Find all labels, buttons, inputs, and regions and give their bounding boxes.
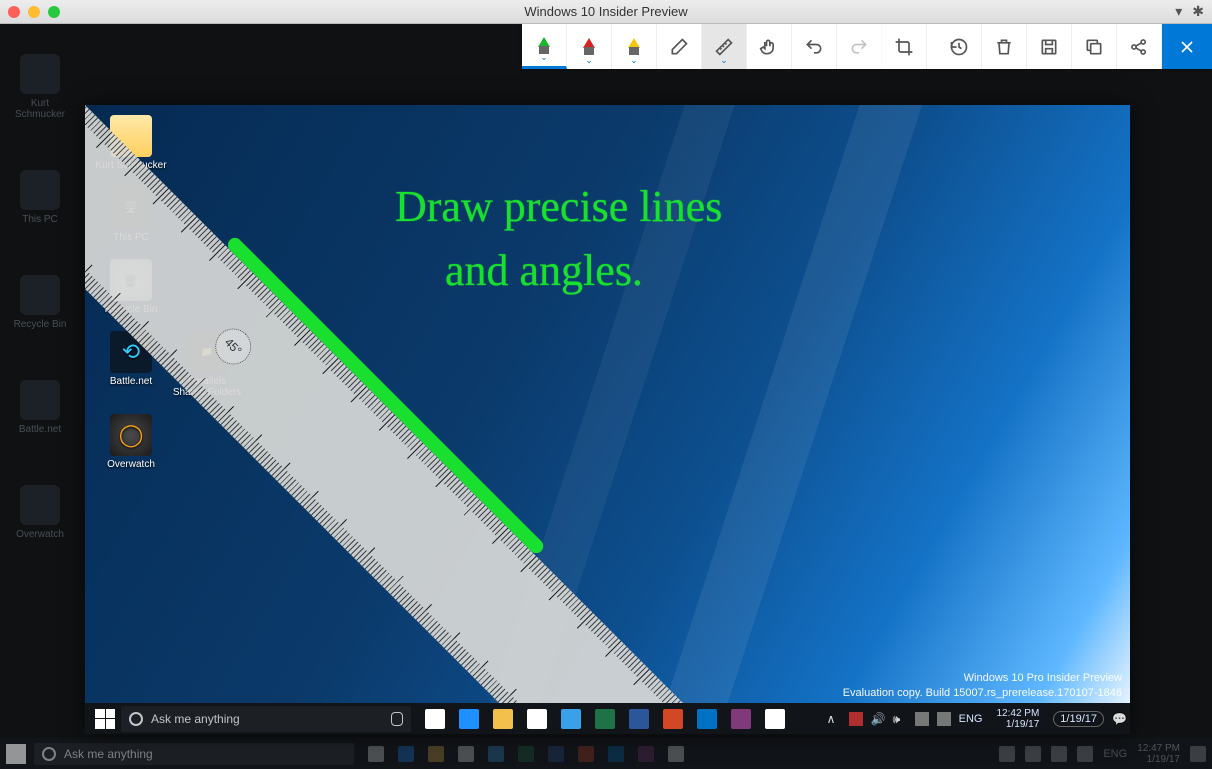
host-taskbar-app-word[interactable] bbox=[548, 746, 564, 762]
host-icon[interactable]: Recycle Bin bbox=[10, 275, 70, 330]
host-taskbar: Ask me anything ENG 12:47 PM1/19/17 bbox=[0, 738, 1212, 769]
undo-button[interactable] bbox=[792, 24, 837, 69]
host-tray-icon[interactable] bbox=[999, 746, 1015, 762]
start-button[interactable] bbox=[95, 709, 115, 729]
host-tray-icon[interactable] bbox=[1025, 746, 1041, 762]
mac-titlebar: Windows 10 Insider Preview ▾ ✱ bbox=[0, 0, 1212, 24]
chevron-down-icon: ⌄ bbox=[540, 52, 548, 63]
taskbar-app-onenote[interactable] bbox=[731, 709, 751, 729]
chevron-down-icon: ⌄ bbox=[630, 55, 638, 66]
chevron-down-icon: ⌄ bbox=[720, 55, 728, 66]
history-button[interactable] bbox=[937, 24, 982, 69]
tray-date-pill[interactable]: 1/19/17 bbox=[1053, 711, 1104, 727]
tray-chevron-up-icon[interactable]: ∧ bbox=[827, 712, 841, 726]
host-taskbar-app-powerpoint[interactable] bbox=[578, 746, 594, 762]
taskbar-app-store[interactable] bbox=[527, 709, 547, 729]
tray-onedrive-icon[interactable] bbox=[915, 712, 929, 726]
host-taskbar-app-onenote[interactable] bbox=[638, 746, 654, 762]
tray-network-icon[interactable]: 🕪 bbox=[893, 712, 907, 726]
taskbar-app-people[interactable] bbox=[765, 709, 785, 729]
taskbar-app-word[interactable] bbox=[629, 709, 649, 729]
tray-language[interactable]: ENG bbox=[959, 713, 983, 725]
host-icon[interactable]: Battle.net bbox=[10, 380, 70, 435]
tray-parallels-icon[interactable] bbox=[849, 712, 863, 726]
eraser-button[interactable] bbox=[657, 24, 702, 69]
desktop-icon[interactable]: ◯Overwatch bbox=[95, 414, 167, 470]
taskbar-clock[interactable]: 12:42 PM1/19/17 bbox=[996, 708, 1039, 730]
host-tray-icon[interactable] bbox=[1077, 746, 1093, 762]
host-taskbar-app-edge[interactable] bbox=[398, 746, 414, 762]
vm-taskbar: Ask me anything ∧ 🔊 🕪 ENG 12:42 PM1/19/1… bbox=[85, 703, 1130, 734]
touch-writing-button[interactable] bbox=[747, 24, 792, 69]
ruler-angle-indicator: 45° bbox=[208, 321, 259, 372]
host-taskbar-app-excel[interactable] bbox=[518, 746, 534, 762]
host-action-center-icon[interactable] bbox=[1190, 746, 1206, 762]
host-desktop: Kurt Schmucker This PC Recycle Bin Battl… bbox=[0, 24, 1212, 769]
cortana-icon bbox=[129, 712, 143, 726]
crop-button[interactable] bbox=[882, 24, 927, 69]
redo-button[interactable] bbox=[837, 24, 882, 69]
host-icon[interactable]: This PC bbox=[10, 170, 70, 225]
host-icon[interactable]: Overwatch bbox=[10, 485, 70, 540]
host-taskbar-clock[interactable]: 12:47 PM1/19/17 bbox=[1137, 743, 1180, 765]
tray-defender-icon[interactable] bbox=[937, 712, 951, 726]
host-taskbar-app-store[interactable] bbox=[458, 746, 474, 762]
taskbar-app-powerpoint[interactable] bbox=[663, 709, 683, 729]
pen-green-button[interactable]: ⌄ bbox=[522, 24, 567, 69]
highlighter-button[interactable]: ⌄ bbox=[612, 24, 657, 69]
host-desktop-icons: Kurt Schmucker This PC Recycle Bin Battl… bbox=[0, 54, 80, 540]
cortana-search[interactable]: Ask me anything bbox=[121, 706, 411, 732]
taskbar-app-edge[interactable] bbox=[459, 709, 479, 729]
taskbar-app-excel[interactable] bbox=[595, 709, 615, 729]
host-taskbar-app-outlook[interactable] bbox=[608, 746, 624, 762]
system-tray: ∧ 🔊 🕪 ENG 12:42 PM1/19/17 1/19/17 💬 bbox=[827, 708, 1126, 730]
action-center-icon[interactable]: 💬 bbox=[1112, 712, 1126, 726]
taskbar-app-file-explorer[interactable] bbox=[493, 709, 513, 729]
host-cortana-search[interactable]: Ask me anything bbox=[34, 743, 354, 765]
window-title: Windows 10 Insider Preview bbox=[0, 4, 1212, 19]
tray-volume-icon[interactable]: 🔊 bbox=[871, 712, 885, 726]
host-start-button[interactable] bbox=[6, 744, 26, 764]
sketch-toolbar: ⌄ ⌄ ⌄ ⌄ bbox=[522, 24, 1212, 69]
microphone-icon[interactable] bbox=[391, 712, 403, 726]
cortana-placeholder: Ask me anything bbox=[151, 712, 240, 726]
windows-watermark: Windows 10 Pro Insider Preview Evaluatio… bbox=[843, 671, 1122, 700]
taskbar-app-ie[interactable] bbox=[561, 709, 581, 729]
ruler-button[interactable]: ⌄ bbox=[702, 24, 747, 69]
taskbar-app-outlook[interactable] bbox=[697, 709, 717, 729]
host-tray-icon[interactable] bbox=[1051, 746, 1067, 762]
host-taskbar-app-people[interactable] bbox=[668, 746, 684, 762]
taskbar-app-task-view[interactable] bbox=[425, 709, 445, 729]
save-button[interactable] bbox=[1027, 24, 1072, 69]
host-taskbar-app-ie[interactable] bbox=[488, 746, 504, 762]
copy-button[interactable] bbox=[1072, 24, 1117, 69]
close-sketch-button[interactable] bbox=[1162, 24, 1212, 69]
delete-button[interactable] bbox=[982, 24, 1027, 69]
share-button[interactable] bbox=[1117, 24, 1162, 69]
host-icon[interactable]: Kurt Schmucker bbox=[10, 54, 70, 120]
host-taskbar-app-task-view[interactable] bbox=[368, 746, 384, 762]
chevron-down-icon: ⌄ bbox=[585, 55, 593, 66]
screen-sketch-canvas[interactable]: Kurt Schmucker 🖥️This PC 🗑️Recycle Bin ⟲… bbox=[85, 105, 1130, 734]
cortana-icon bbox=[42, 747, 56, 761]
ink-handwriting: Draw precise lines and angles. bbox=[395, 175, 722, 303]
taskbar-apps bbox=[425, 709, 785, 729]
host-taskbar-app-file-explorer[interactable] bbox=[428, 746, 444, 762]
pen-red-button[interactable]: ⌄ bbox=[567, 24, 612, 69]
